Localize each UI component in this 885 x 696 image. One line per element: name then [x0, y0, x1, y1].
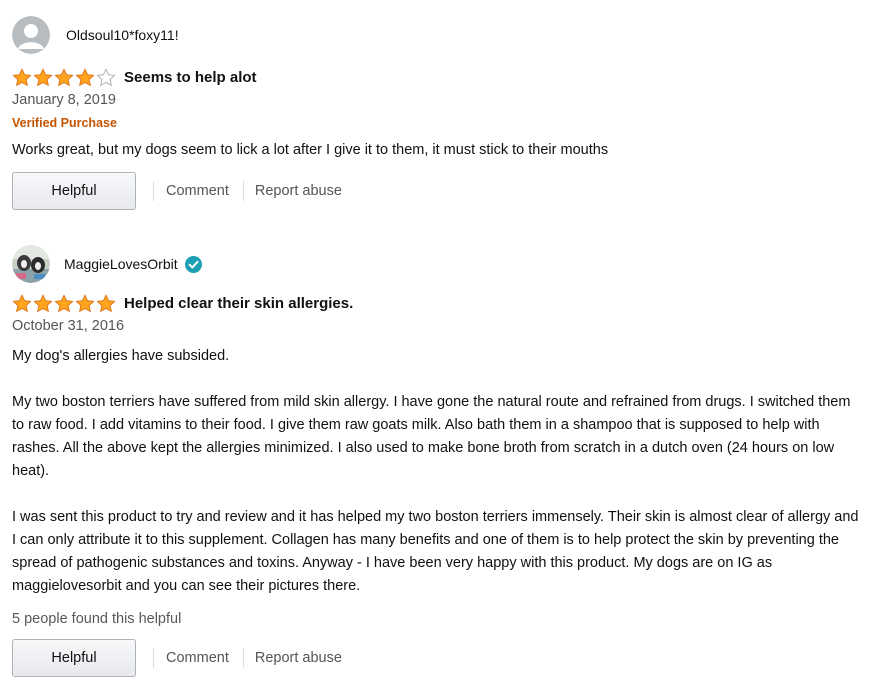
review-date: January 8, 2019: [12, 92, 116, 108]
rating-row: Seems to help alot: [12, 67, 865, 87]
review-title[interactable]: Helped clear their skin allergies.: [124, 295, 353, 312]
star-empty-icon: [96, 68, 116, 86]
divider: [153, 648, 154, 668]
dogs-photo-avatar[interactable]: [12, 245, 50, 283]
default-avatar-icon[interactable]: [12, 16, 50, 54]
star-filled-icon: [54, 294, 74, 312]
review-paragraph: My dog's allergies have subsided.: [12, 348, 230, 364]
review-2: MaggieLovesOrbit Helped clear their skin…: [12, 244, 865, 678]
star-rating[interactable]: [12, 294, 116, 313]
helpful-button[interactable]: Helpful: [12, 172, 136, 210]
star-filled-icon: [33, 68, 53, 86]
star-filled-icon: [33, 294, 53, 312]
review-paragraph: Works great, but my dogs seem to lick a …: [12, 142, 609, 158]
helpful-button[interactable]: Helpful: [12, 639, 136, 677]
review-paragraph: I was sent this product to try and revie…: [12, 509, 859, 594]
star-filled-icon: [96, 294, 116, 312]
review-body: Works great, but my dogs seem to lick a …: [12, 139, 865, 162]
star-filled-icon: [75, 294, 95, 312]
comment-link[interactable]: Comment: [166, 183, 229, 199]
divider: [153, 181, 154, 201]
reviewer-profile[interactable]: MaggieLovesOrbit: [12, 244, 865, 284]
rating-row: Helped clear their skin allergies.: [12, 293, 865, 313]
comment-link[interactable]: Comment: [166, 650, 229, 666]
star-filled-icon: [54, 68, 74, 86]
verified-purchase-badge: Verified Purchase: [12, 116, 117, 130]
divider: [242, 181, 244, 201]
divider: [242, 648, 244, 668]
star-filled-icon: [12, 294, 32, 312]
star-filled-icon: [75, 68, 95, 86]
report-abuse-link[interactable]: Report abuse: [255, 183, 342, 199]
review-body: My dog's allergies have subsided. My two…: [12, 345, 865, 598]
reviewer-profile[interactable]: Oldsoul10*foxy11!: [12, 15, 865, 55]
review-title[interactable]: Seems to help alot: [124, 69, 257, 86]
report-abuse-link[interactable]: Report abuse: [255, 650, 342, 666]
star-filled-icon: [12, 68, 32, 86]
review-paragraph: My two boston terriers have suffered fro…: [12, 394, 851, 479]
review-1: Oldsoul10*foxy11! Seems to help alot Jan…: [12, 15, 865, 211]
verified-check-icon: [184, 255, 202, 273]
review-actions: Helpful Comment Report abuse: [12, 638, 865, 678]
review-date: October 31, 2016: [12, 318, 125, 334]
helpful-count: 5 people found this helpful: [12, 611, 182, 627]
star-rating[interactable]: [12, 68, 116, 87]
review-actions: Helpful Comment Report abuse: [12, 171, 865, 211]
reviewer-name[interactable]: Oldsoul10*foxy11!: [66, 27, 179, 43]
reviewer-name[interactable]: MaggieLovesOrbit: [64, 256, 178, 272]
